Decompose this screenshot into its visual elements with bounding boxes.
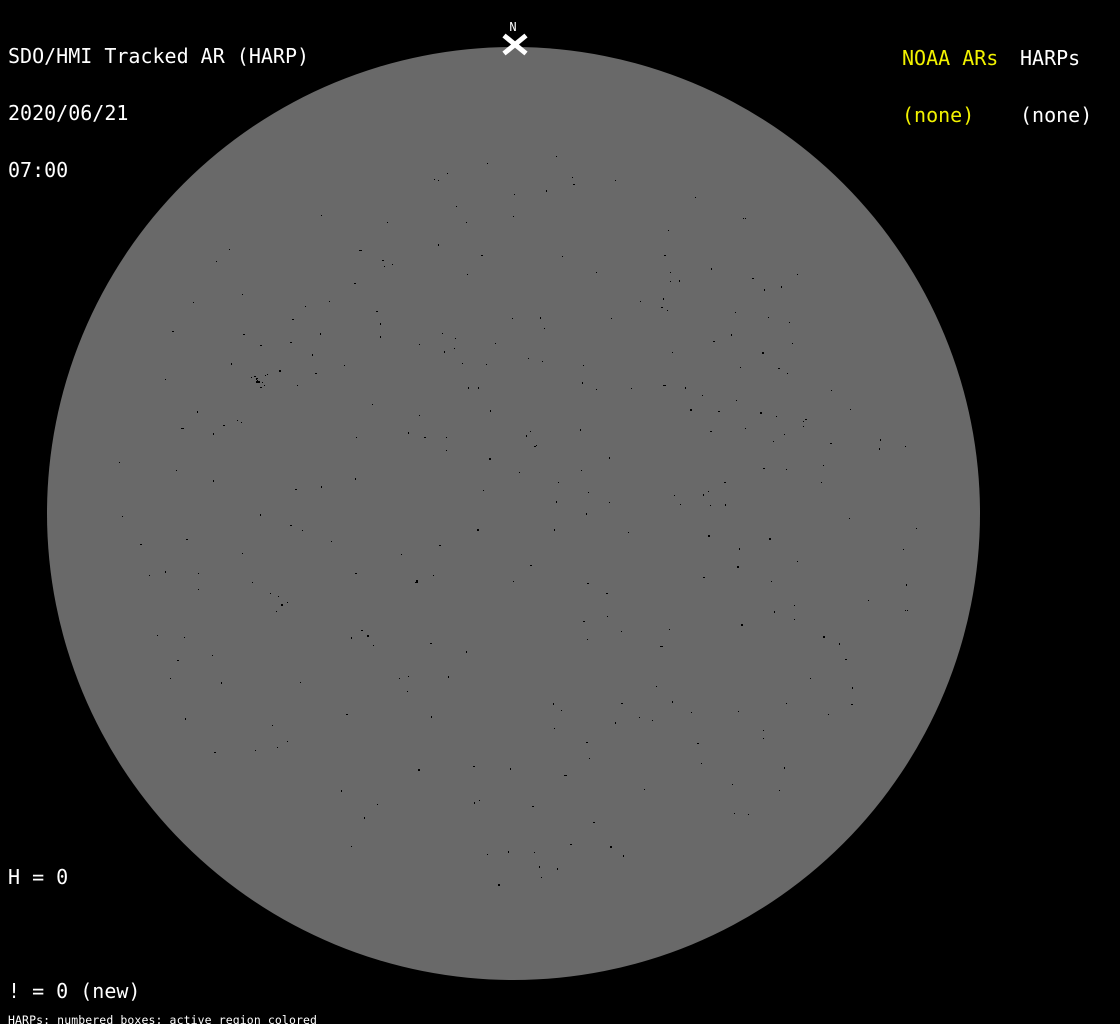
noaa-ars-label: NOAA ARs [902,46,999,70]
harps-label: HARPs [1020,46,1081,70]
harp-count-line: H = 0 [8,865,69,889]
date-label: 2020/06/21 [8,101,129,125]
noaa-ars-value: (none) [902,103,975,127]
footer-notes: HARPs: numbered boxes; active region col… [8,990,415,1024]
header: SDO/HMI Tracked AR (HARP) 2020/06/21 07:… [8,9,309,218]
harps-value: (none) [1020,103,1093,127]
time-label: 07:00 [8,158,69,182]
noaa-ars-status: NOAA ARs (none) [902,11,998,163]
footer-harps-note: HARPs: numbered boxes; active region col… [8,1013,318,1024]
harps-status: HARPs (none) [1020,11,1092,163]
north-label: N [509,20,517,34]
page-title: SDO/HMI Tracked AR (HARP) [8,44,310,68]
harp-viewer-screen: SDO/HMI Tracked AR (HARP) 2020/06/21 07:… [0,0,1120,1024]
